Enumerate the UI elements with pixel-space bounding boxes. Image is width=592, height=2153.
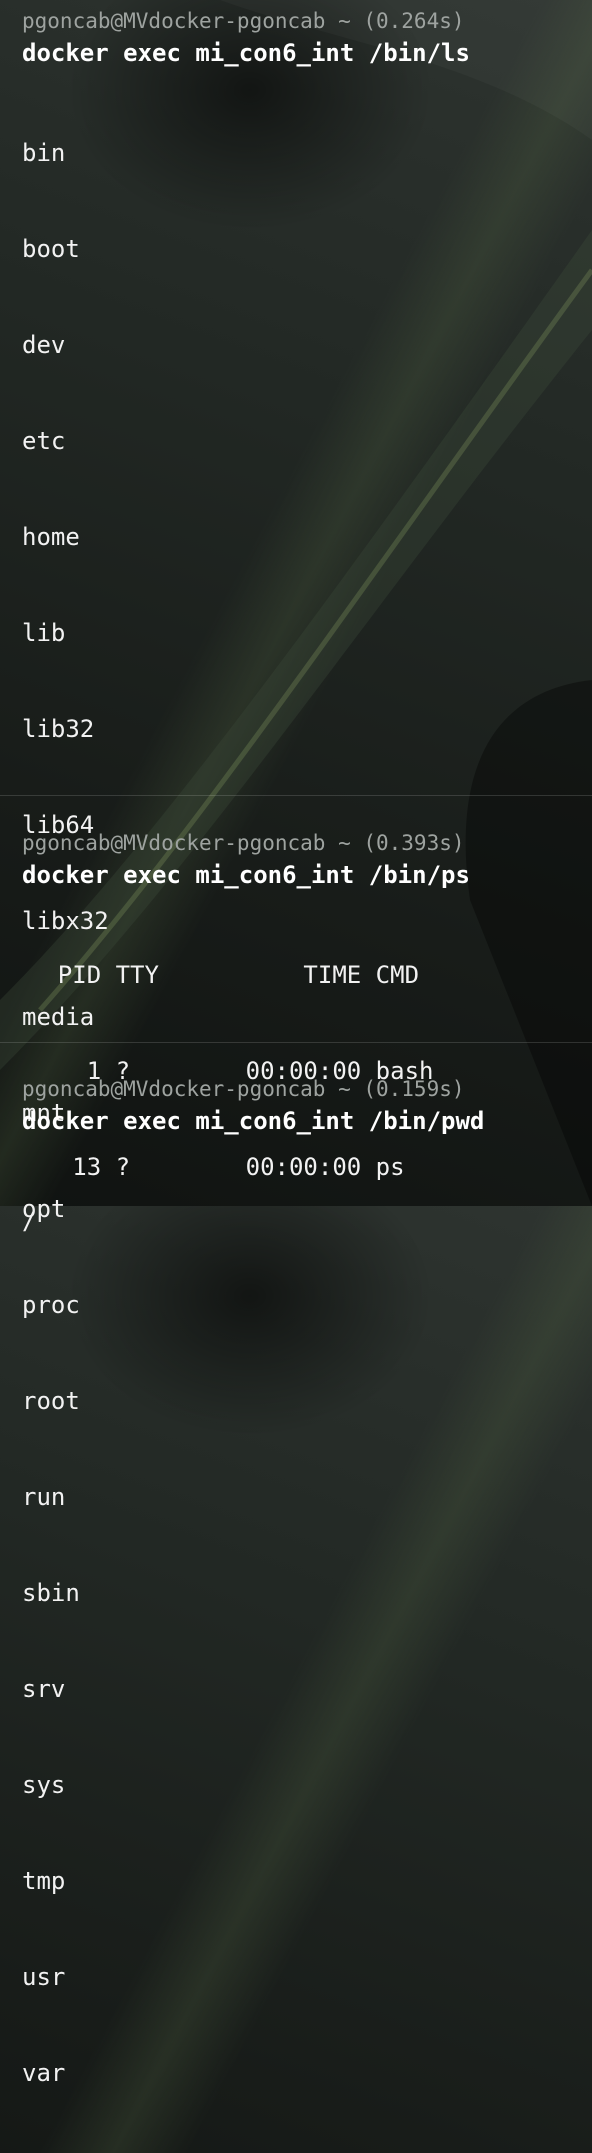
output-line: root xyxy=(22,1387,80,1415)
command-line: docker exec mi_con6_int /bin/pwd xyxy=(22,1107,485,1135)
output-line: srv xyxy=(22,1675,66,1703)
output-line: boot xyxy=(22,235,80,263)
output-line: run xyxy=(22,1483,66,1511)
output-line: / xyxy=(22,1207,37,1235)
output-line: var xyxy=(22,2059,66,2087)
terminal-window: pgoncab@MVdocker-pgoncab ~ (0.264s) dock… xyxy=(0,0,592,2087)
output-line: sbin xyxy=(22,1579,80,1607)
prompt-line: pgoncab@MVdocker-pgoncab ~ (0.264s) xyxy=(22,9,465,33)
command-block-pwd[interactable]: pgoncab@MVdocker-pgoncab ~ (0.159s) dock… xyxy=(0,1073,592,1301)
output-line: home xyxy=(22,523,80,551)
block-divider xyxy=(0,1042,592,1043)
block-divider xyxy=(0,795,592,796)
output-line: lib32 xyxy=(22,715,95,743)
output-line: etc xyxy=(22,427,66,455)
command-line: docker exec mi_con6_int /bin/ps xyxy=(22,861,470,889)
output-line: sys xyxy=(22,1771,66,1799)
output-line: lib xyxy=(22,619,66,647)
command-output: / xyxy=(22,1141,592,1301)
command-line: docker exec mi_con6_int /bin/ls xyxy=(22,39,470,67)
prompt-line: pgoncab@MVdocker-pgoncab ~ (0.393s) xyxy=(22,831,465,855)
output-line: dev xyxy=(22,331,66,359)
output-line: usr xyxy=(22,1963,66,1991)
process-table-header: PID TTY TIME CMD xyxy=(0,961,420,989)
prompt-line: pgoncab@MVdocker-pgoncab ~ (0.159s) xyxy=(22,1077,465,1101)
output-line: tmp xyxy=(22,1867,66,1895)
output-line: bin xyxy=(22,139,66,167)
